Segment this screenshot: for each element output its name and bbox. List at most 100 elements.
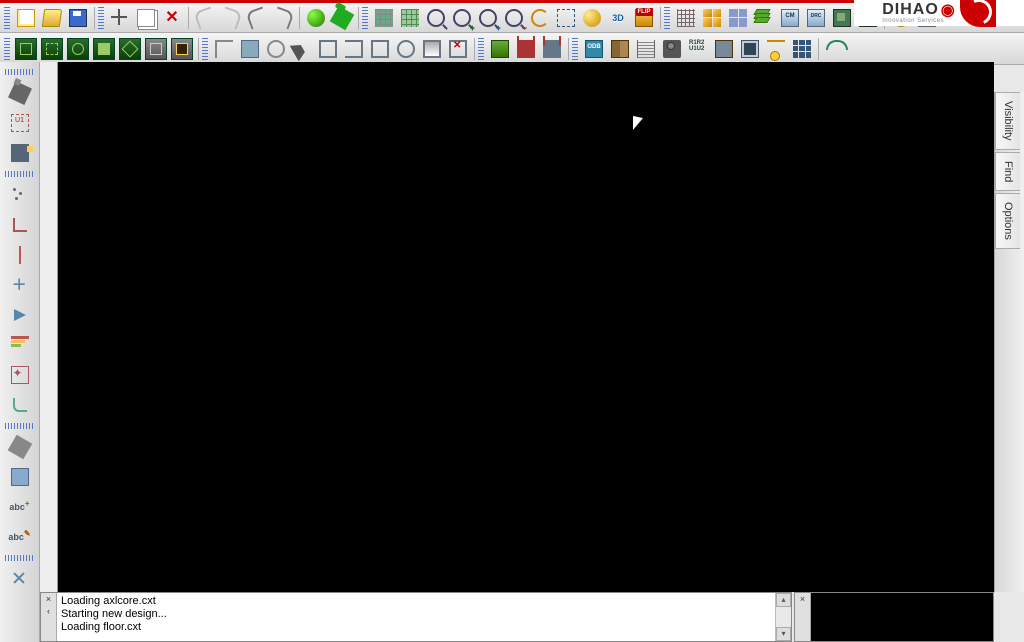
zoomin2-button[interactable]: + [476,6,500,30]
undo2-button[interactable] [245,6,269,30]
snap-button[interactable] [7,566,33,592]
stack-button[interactable] [752,6,776,30]
save-button[interactable] [66,6,90,30]
grid2-button[interactable] [398,6,422,30]
close-icon[interactable]: × [46,593,51,605]
tab-visibility[interactable]: Visibility [995,92,1020,150]
console-scrollbar[interactable]: ▴ ▾ [775,593,791,641]
dim1-button[interactable] [514,37,538,61]
shapeg-button[interactable] [420,37,444,61]
scroll-down-icon[interactable]: ▾ [776,627,791,641]
quad-button[interactable] [700,6,724,30]
board2-button[interactable] [40,37,64,61]
toolbar-grip[interactable] [4,7,10,29]
via-button[interactable] [7,212,33,238]
redo-button[interactable] [219,6,243,30]
tab-options[interactable]: Options [995,193,1020,249]
scroll-button[interactable] [712,37,736,61]
close-icon[interactable]: × [800,593,805,605]
chip-button[interactable] [830,6,854,30]
shape1-button[interactable] [316,37,340,61]
wave-button[interactable] [823,37,847,61]
world-button[interactable] [304,6,328,30]
globe-button[interactable] [580,6,604,30]
library-button[interactable] [608,37,632,61]
console-output[interactable]: Loading axlcore.cxt Starting new design.… [57,593,775,641]
expand-button[interactable] [7,362,33,388]
line-button[interactable] [7,434,33,460]
move-button[interactable] [108,6,132,30]
bw-button[interactable] [738,37,762,61]
fit-button[interactable] [554,6,578,30]
toolbar-grip[interactable] [5,171,35,177]
board1-button[interactable] [14,37,38,61]
points-button[interactable] [7,182,33,208]
u1-button[interactable]: U1 [7,110,33,136]
quad2-button[interactable] [726,6,750,30]
grid1-button[interactable] [372,6,396,30]
layers-button[interactable] [7,332,33,358]
circle-button[interactable] [264,37,288,61]
shape2-button[interactable] [342,37,366,61]
package-button[interactable] [488,37,512,61]
route-button[interactable] [7,392,33,418]
routev-button[interactable] [7,242,33,268]
zoomout-button[interactable]: − [502,6,526,30]
toolbar-grip[interactable] [5,423,35,429]
new-button[interactable] [14,6,38,30]
world-view-panel[interactable]: × [794,592,994,642]
select-button[interactable] [290,37,314,61]
toolbar-grip[interactable] [478,38,484,60]
toolbar-grip[interactable] [5,69,35,75]
dim2-button[interactable] [540,37,564,61]
coil-button[interactable] [634,37,658,61]
edittext-button[interactable]: abc [7,524,33,550]
toolbar-grip[interactable] [4,38,10,60]
node-button[interactable] [764,37,788,61]
board6-button[interactable] [144,37,168,61]
zoomin-button[interactable]: + [450,6,474,30]
redo2-button[interactable] [271,6,295,30]
shape4-button[interactable] [394,37,418,61]
toolbar-grip[interactable] [5,555,35,561]
scroll-up-icon[interactable]: ▴ [776,593,791,607]
chevron-left-icon[interactable]: ‹ [47,605,50,617]
probe-button[interactable] [7,80,33,106]
board5-button[interactable] [118,37,142,61]
zoom-button[interactable] [424,6,448,30]
delete-button[interactable]: ✕ [160,6,184,30]
undo-button[interactable] [193,6,217,30]
rotate-button[interactable] [528,6,552,30]
odb-button[interactable]: ODB [582,37,606,61]
drc-button[interactable]: DRC [804,6,828,30]
camera-button[interactable] [660,37,684,61]
toolbar-grip[interactable] [202,38,208,60]
design-canvas[interactable] [58,62,994,592]
rtag-button[interactable]: R1R2U1U2 [686,37,710,61]
rectfill-button[interactable] [238,37,262,61]
view3d-button[interactable]: 3D [606,6,630,30]
arrow-button[interactable] [7,302,33,328]
tab-find[interactable]: Find [995,152,1020,191]
shapedel-button[interactable] [446,37,470,61]
pin-button[interactable] [330,6,354,30]
connector-button[interactable] [7,140,33,166]
board4-button[interactable] [92,37,116,61]
toolbar-grip[interactable] [98,7,104,29]
toolbar-grip[interactable] [362,7,368,29]
open-button[interactable] [40,6,64,30]
toolbar-grip[interactable] [572,38,578,60]
copy-button[interactable] [134,6,158,30]
pad-button[interactable] [7,464,33,490]
shape3-button[interactable] [368,37,392,61]
hatch-button[interactable] [674,6,698,30]
board7-button[interactable] [170,37,194,61]
matrix-button[interactable] [790,37,814,61]
flip-button[interactable]: FLIP [632,6,656,30]
cm-button[interactable]: CM [778,6,802,30]
addtext-button[interactable]: abc [7,494,33,520]
board3-button[interactable] [66,37,90,61]
target-button[interactable] [7,272,33,298]
rect-button[interactable] [212,37,236,61]
console-gutter[interactable]: ×‹ [41,593,57,641]
